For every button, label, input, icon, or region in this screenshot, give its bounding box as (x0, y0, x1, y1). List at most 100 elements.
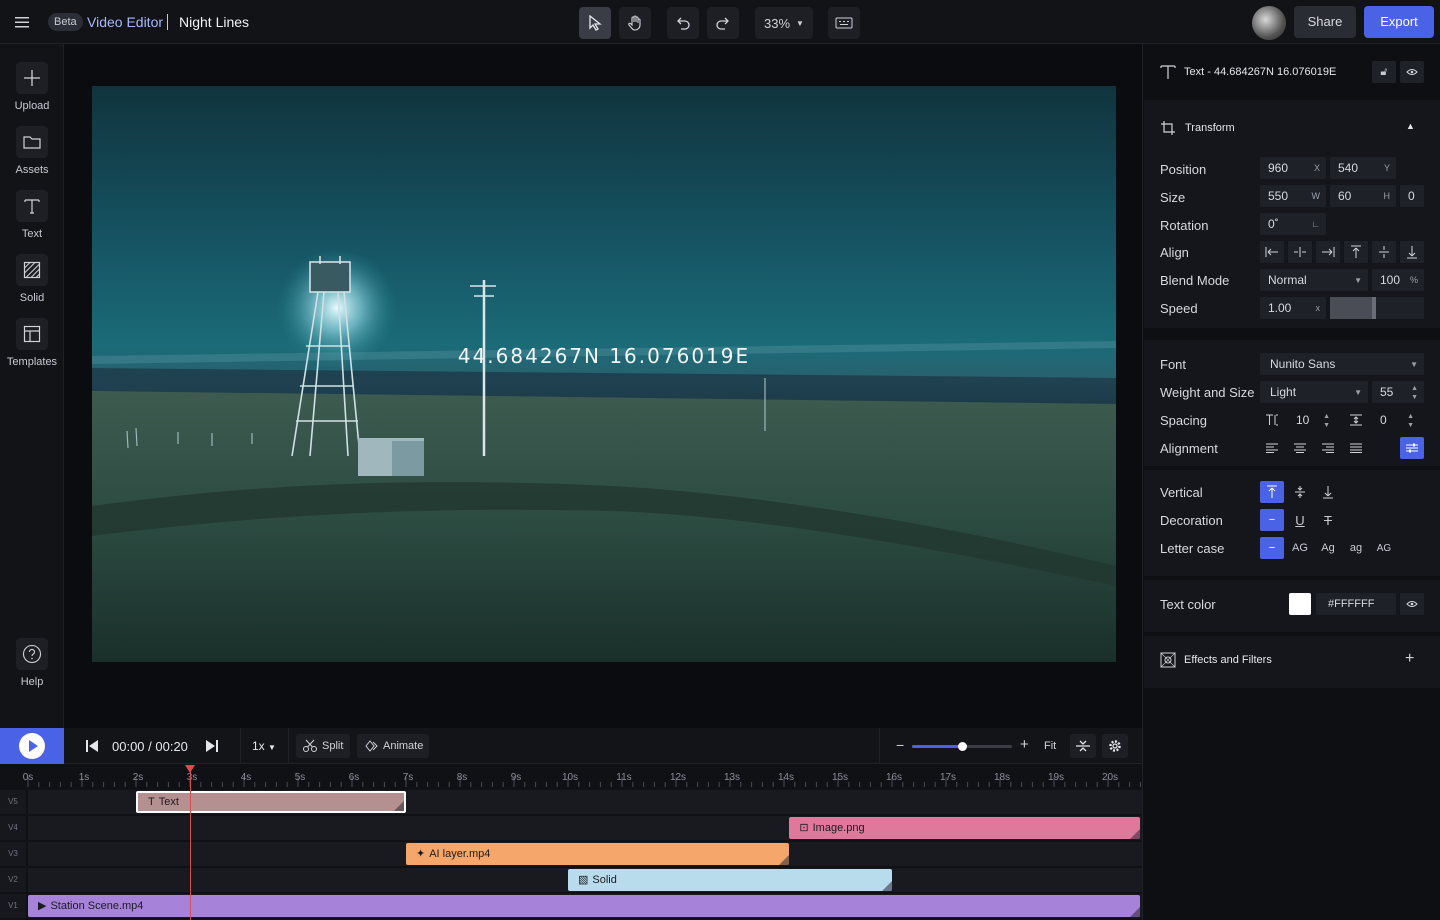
avatar[interactable] (1252, 6, 1286, 40)
vertical-bottom-button[interactable] (1316, 481, 1340, 503)
lock-button[interactable]: 🔓︎ (1372, 61, 1396, 83)
hand-tool-button[interactable] (619, 7, 651, 39)
line-spacing-stepper[interactable]: 0 ▲ ▼ (1372, 409, 1424, 431)
export-button[interactable]: Export (1364, 6, 1434, 38)
visibility-button[interactable] (1400, 61, 1424, 83)
timeline-ruler[interactable]: 0s 1s 2s 3s 4s 5s 6s 7s 8s 9s 10s 11s 12s 13s 14s 15s 16… (0, 765, 1142, 787)
decoration-label: Decoration (1160, 513, 1223, 528)
decoration-none-button[interactable]: − (1260, 509, 1284, 531)
size-label: Size (1160, 190, 1186, 205)
size-w-field[interactable]: 550 W (1260, 185, 1326, 207)
timeline-clip[interactable]: ⊡ Image.png (789, 817, 1141, 839)
timeline-clip[interactable]: ▧ Solid (568, 869, 892, 891)
stepper-icon[interactable]: ▲ ▼ (1407, 412, 1414, 430)
underline-button[interactable]: U (1288, 509, 1312, 531)
nav-assets[interactable]: Assets (0, 126, 64, 182)
keyboard-shortcuts-button[interactable] (828, 7, 860, 39)
timeline-zoom-handle[interactable] (958, 742, 967, 751)
case-upper-button[interactable]: AG (1288, 537, 1312, 559)
skip-back-icon[interactable] (85, 739, 99, 753)
timeline-settings-button[interactable] (1102, 734, 1128, 758)
play-button[interactable] (0, 728, 64, 764)
font-size-stepper[interactable]: 55 ▲ ▼ (1372, 381, 1424, 403)
fit-button[interactable]: Fit (1044, 740, 1056, 752)
speed-field[interactable]: 1.00 x (1260, 297, 1326, 319)
redo-button[interactable] (707, 7, 739, 39)
nav-upload-label: Upload (14, 100, 50, 112)
timeline-clip[interactable]: T Text (136, 791, 406, 813)
track-label: V5 (0, 790, 26, 814)
rotation-field[interactable]: 0˚ ∟ (1260, 213, 1326, 235)
nav-help[interactable]: Help (0, 638, 64, 694)
align-right-button[interactable] (1316, 241, 1340, 263)
position-x-field[interactable]: 960 X (1260, 157, 1326, 179)
text-color-visibility-button[interactable] (1400, 593, 1424, 615)
timeline-zoom-slider[interactable] (912, 742, 1012, 751)
strikethrough-button[interactable]: T (1316, 509, 1340, 531)
playhead-line[interactable] (190, 765, 191, 920)
text-color-field[interactable]: #FFFFFF (1316, 593, 1396, 615)
text-align-right-icon (1322, 443, 1334, 453)
undo-button[interactable] (667, 7, 699, 39)
vertical-top-button[interactable] (1260, 481, 1284, 503)
collapse-icon[interactable]: ▲ (1406, 121, 1415, 131)
nav-solid[interactable]: Solid (0, 254, 64, 310)
collapse-tracks-button[interactable] (1070, 734, 1096, 758)
stepper-icon[interactable]: ▲ ▼ (1411, 384, 1418, 402)
playhead-handle[interactable] (185, 765, 195, 773)
ruler-label: 15s (832, 772, 848, 783)
letter-spacing-stepper[interactable]: 10 ▲ ▼ (1288, 409, 1340, 431)
rotation-value: 0˚ (1268, 217, 1279, 231)
case-none-button[interactable]: − (1260, 537, 1284, 559)
nav-templates[interactable]: Templates (0, 318, 64, 374)
position-y-field[interactable]: 540 Y (1330, 157, 1396, 179)
text-align-center-button[interactable] (1288, 437, 1312, 459)
line-spacing-value: 0 (1380, 413, 1387, 427)
skip-forward-icon[interactable] (205, 739, 219, 753)
project-name[interactable]: Night Lines (179, 14, 249, 30)
speed-slider[interactable] (1330, 297, 1424, 319)
text-align-justify-button[interactable] (1344, 437, 1368, 459)
top-bar: Beta Video Editor Night Lines 33% ▼ Shar… (0, 0, 1440, 44)
playback-rate-select[interactable]: 1x ▼ (248, 735, 284, 757)
stepper-icon[interactable]: ▲ ▼ (1323, 412, 1330, 430)
add-effect-icon[interactable]: + (1405, 650, 1414, 668)
size-lock-field[interactable]: 0 (1400, 185, 1424, 207)
zoom-out-icon[interactable]: − (896, 737, 904, 753)
zoom-select[interactable]: 33% ▼ (755, 7, 813, 39)
case-smallcaps-button[interactable]: AG (1372, 537, 1396, 559)
weight-select[interactable]: Light ▼ (1260, 381, 1368, 403)
speed-slider-fill (1330, 297, 1376, 319)
opacity-field[interactable]: 100% (1372, 269, 1424, 291)
lock-icon: 🔓︎ (1380, 65, 1388, 78)
animate-button[interactable]: Animate (357, 734, 429, 758)
vertical-middle-button[interactable] (1288, 481, 1312, 503)
text-color-swatch[interactable] (1289, 593, 1311, 615)
share-button[interactable]: Share (1294, 6, 1356, 38)
nav-upload[interactable]: Upload (0, 62, 64, 118)
timeline-clip[interactable]: ▶ Station Scene.mp4 (28, 895, 1141, 917)
text-settings-button[interactable] (1400, 437, 1424, 459)
align-bottom-button[interactable] (1400, 241, 1424, 263)
align-left-button[interactable] (1260, 241, 1284, 263)
align-center-h-button[interactable] (1288, 241, 1312, 263)
split-button[interactable]: Split (296, 734, 350, 758)
align-middle-button[interactable] (1372, 241, 1396, 263)
text-align-right-button[interactable] (1316, 437, 1340, 459)
select-tool-button[interactable] (579, 7, 611, 39)
font-select[interactable]: Nunito Sans ▼ (1260, 353, 1424, 375)
video-preview[interactable]: 44.684267N 16.076019E (92, 86, 1116, 662)
size-h-field[interactable]: 60 H (1330, 185, 1396, 207)
diamond-keyframe-icon (365, 740, 378, 752)
timeline-clip[interactable]: ✦ AI layer.mp4 (406, 843, 790, 865)
case-lower-button[interactable]: ag (1344, 537, 1368, 559)
zoom-in-icon[interactable]: + (1020, 736, 1029, 753)
align-top-button[interactable] (1344, 241, 1368, 263)
menu-icon[interactable] (15, 14, 33, 30)
blend-mode-select[interactable]: Normal ▼ (1260, 269, 1368, 291)
speed-slider-handle[interactable] (1372, 297, 1376, 319)
case-title-button[interactable]: Ag (1316, 537, 1340, 559)
overlay-text[interactable]: 44.684267N 16.076019E (92, 344, 1116, 368)
nav-text[interactable]: Text (0, 190, 64, 246)
text-align-left-button[interactable] (1260, 437, 1284, 459)
